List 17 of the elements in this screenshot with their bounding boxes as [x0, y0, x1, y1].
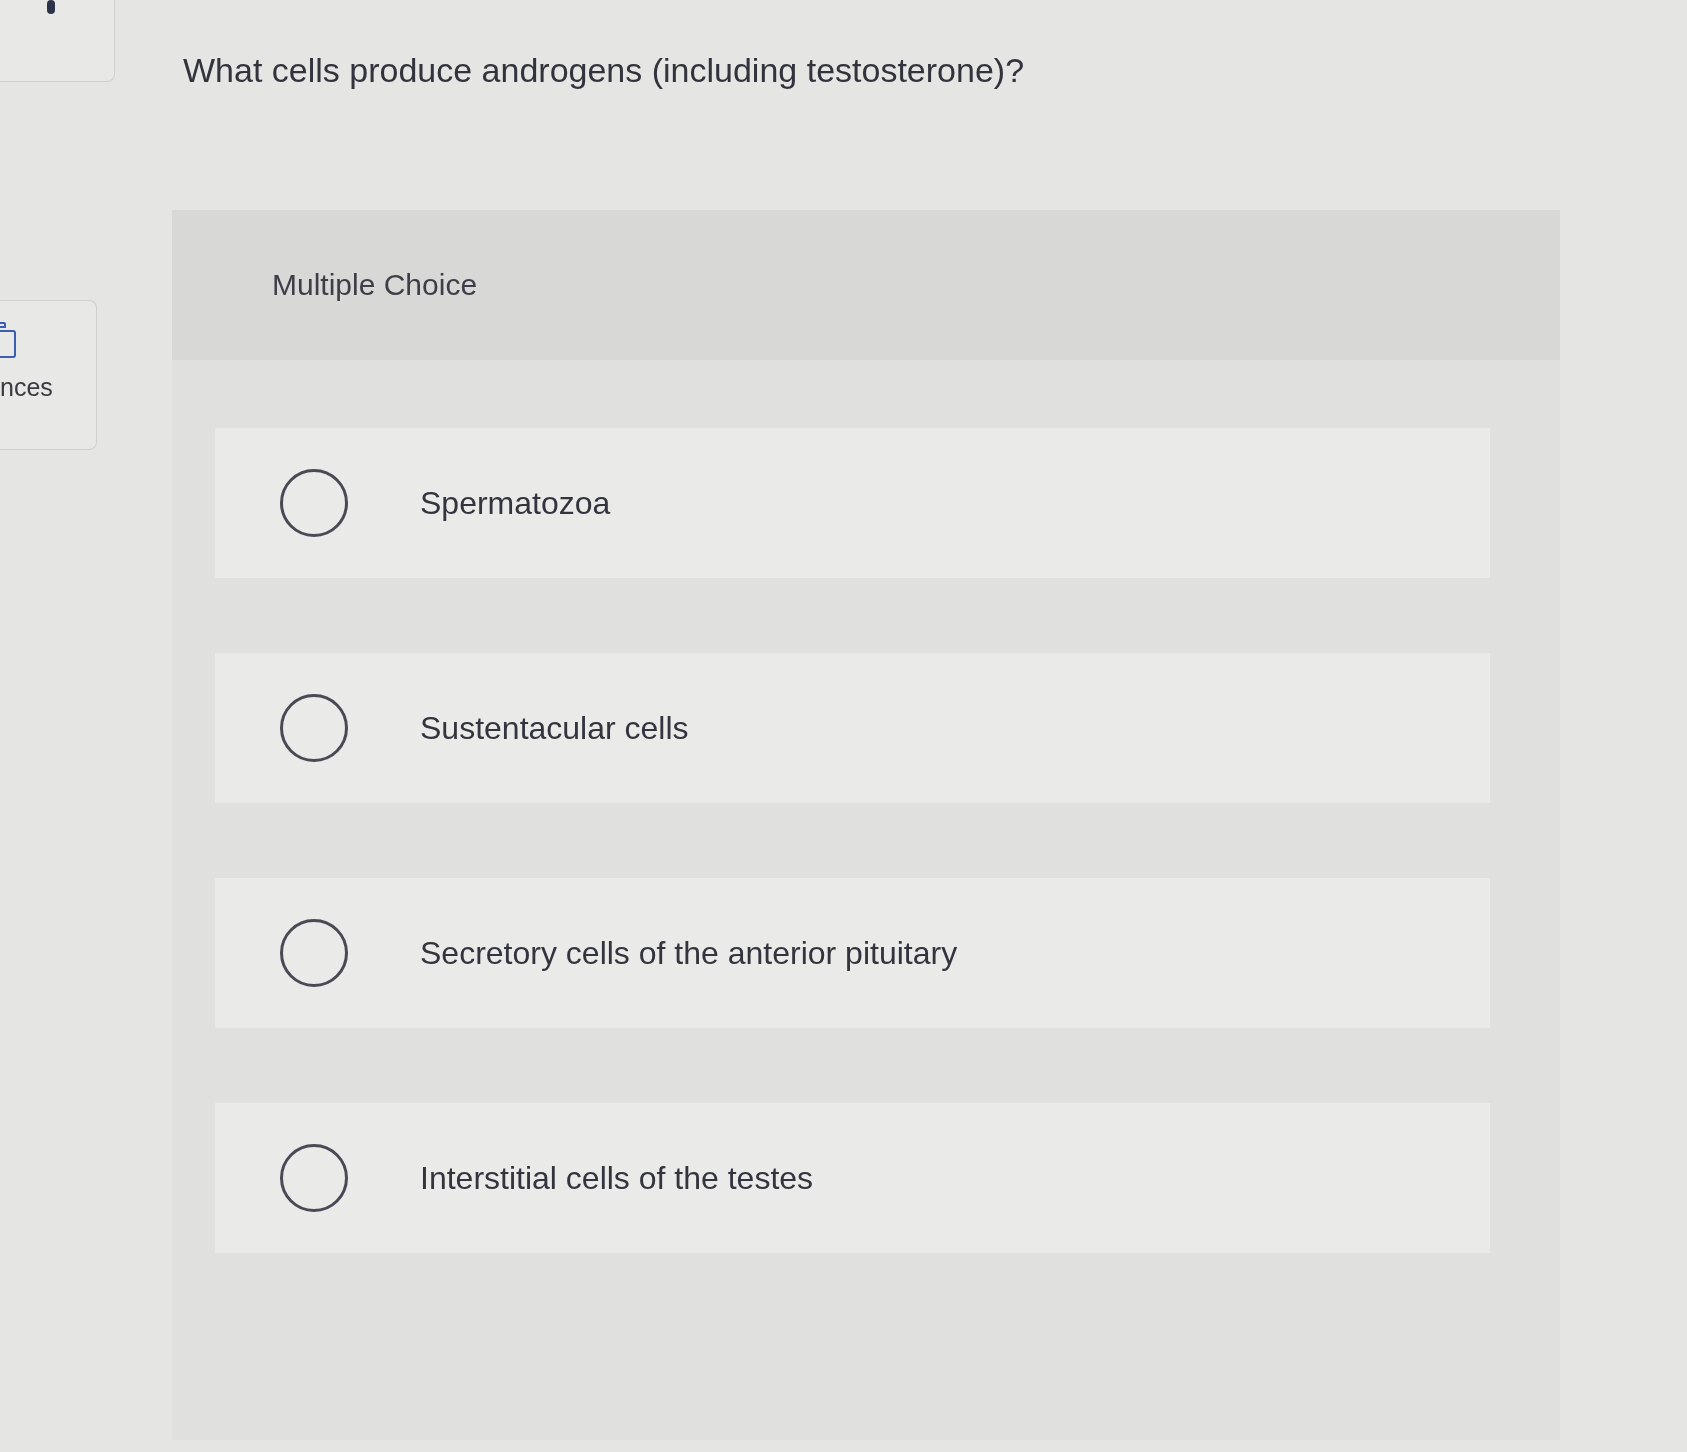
option-label: Interstitial cells of the testes — [420, 1159, 814, 1197]
clipboard-icon — [0, 321, 16, 359]
radio-button[interactable] — [280, 694, 348, 762]
radio-button[interactable] — [280, 919, 348, 987]
answer-option[interactable]: Spermatozoa — [215, 428, 1490, 578]
option-label: Spermatozoa — [420, 484, 611, 522]
option-label: Sustentacular cells — [420, 709, 689, 747]
option-label: Secretory cells of the anterior pituitary — [420, 934, 958, 972]
question-text: What cells produce androgens (including testosterone)? — [183, 50, 1026, 91]
question-type-label: Multiple Choice — [272, 268, 478, 302]
bar-icon — [47, 0, 55, 14]
answer-option[interactable]: Interstitial cells of the testes — [215, 1103, 1490, 1253]
answer-option[interactable]: Secretory cells of the anterior pituitary — [215, 878, 1490, 1028]
answer-option[interactable]: Sustentacular cells — [215, 653, 1490, 803]
radio-button[interactable] — [280, 469, 348, 537]
sidebar-item[interactable]: nces — [0, 300, 97, 450]
radio-button[interactable] — [280, 1144, 348, 1212]
